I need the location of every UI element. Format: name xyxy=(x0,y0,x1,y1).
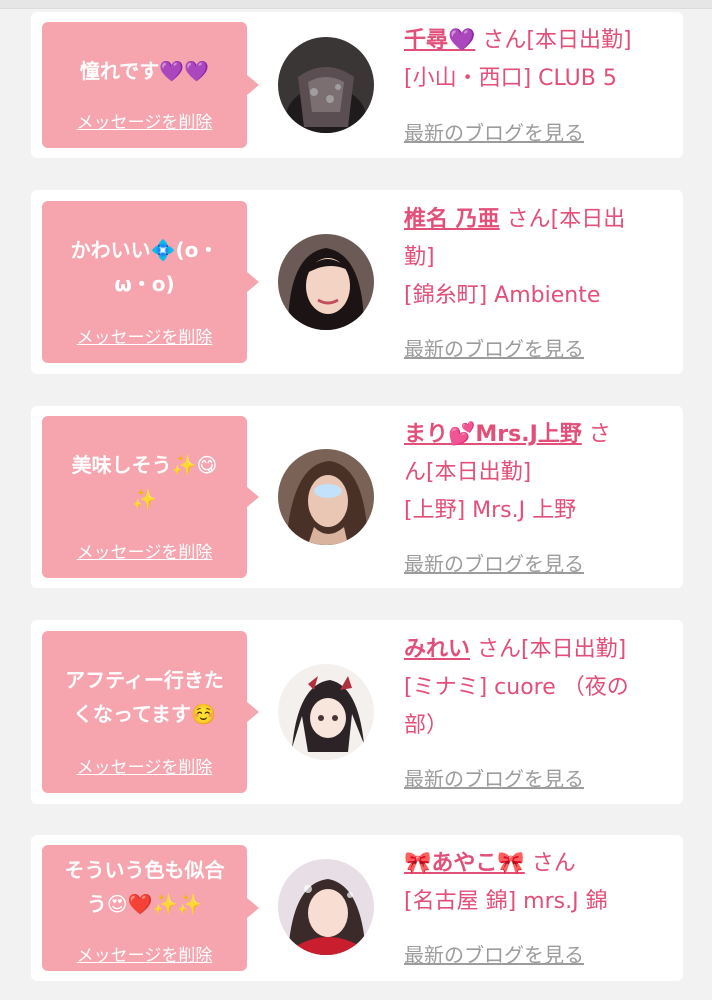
delete-message-link[interactable]: メッセージを削除 xyxy=(42,538,247,563)
message-card: アフティー行きた くなってます☺️ メッセージを削除 みれい さん[本日出勤] … xyxy=(31,620,683,804)
message-line: アフティー行きた xyxy=(65,668,224,692)
avatar[interactable] xyxy=(278,859,374,955)
message-bubble: そういう色も似合 う😍❤️✨✨ メッセージを削除 xyxy=(42,845,259,971)
message-line: かわいい💠(o・ xyxy=(70,238,219,262)
message-card: 憧れです💜💜 メッセージを削除 千尋💜 さん[本日出勤] [小山・西口] CLU… xyxy=(31,12,683,158)
shop-name: [錦糸町] Ambiente xyxy=(404,283,601,308)
avatar[interactable] xyxy=(278,234,374,330)
girl-name-link[interactable]: まり💕Mrs.J上野 xyxy=(404,422,582,447)
top-divider xyxy=(0,0,712,9)
message-text: アフティー行きた くなってます☺️ xyxy=(50,663,239,731)
message-text: かわいい💠(o・ ω・o) xyxy=(50,233,239,301)
girl-name-link[interactable]: みれい xyxy=(404,637,470,662)
avatar[interactable] xyxy=(278,664,374,760)
girl-info: 🎀あやこ🎀 さん [名古屋 錦] mrs.J 錦 xyxy=(404,845,674,921)
message-line: ✨ xyxy=(132,487,157,511)
girl-name-link[interactable]: 千尋💜 xyxy=(404,28,475,53)
girl-status: さん[本日出勤] xyxy=(477,637,627,662)
girl-info: 千尋💜 さん[本日出勤] [小山・西口] CLUB 5 xyxy=(404,22,674,98)
avatar-photo xyxy=(278,37,374,133)
girl-name-link[interactable]: 椎名 乃亜 xyxy=(404,207,500,232)
delete-message-link[interactable]: メッセージを削除 xyxy=(42,323,247,348)
girl-info: まり💕Mrs.J上野 さ ん[本日出勤] [上野] Mrs.J 上野 xyxy=(404,416,674,530)
avatar-photo xyxy=(278,859,374,955)
message-text: そういう色も似合 う😍❤️✨✨ xyxy=(50,853,239,921)
message-line: 美味しそう✨😋 xyxy=(71,453,218,477)
message-line: そういう色も似合 xyxy=(64,858,225,882)
shop-name-cont: 部） xyxy=(404,713,449,738)
message-bubble: かわいい💠(o・ ω・o) メッセージを削除 xyxy=(42,201,259,363)
girl-status-cont: 勤] xyxy=(404,245,435,270)
girl-status: さん[本日出勤] xyxy=(482,28,632,53)
avatar[interactable] xyxy=(278,449,374,545)
latest-blog-link[interactable]: 最新のブログを見る xyxy=(404,939,584,968)
girl-status: さん xyxy=(531,851,576,876)
message-text: 美味しそう✨😋 ✨ xyxy=(50,448,239,516)
message-card: 美味しそう✨😋 ✨ メッセージを削除 まり💕Mrs.J上野 さ ん[本日出勤] … xyxy=(31,406,683,588)
latest-blog-link[interactable]: 最新のブログを見る xyxy=(404,333,584,362)
avatar-photo xyxy=(278,449,374,545)
delete-message-link[interactable]: メッセージを削除 xyxy=(42,941,247,966)
message-card: かわいい💠(o・ ω・o) メッセージを削除 椎名 乃亜 さん[本日出 勤] [… xyxy=(31,190,683,374)
shop-name: [小山・西口] CLUB 5 xyxy=(404,66,617,91)
shop-name: [ミナミ] cuore （夜の xyxy=(404,675,629,700)
girl-status-cont: ん[本日出勤] xyxy=(404,460,532,485)
message-text: 憧れです💜💜 xyxy=(79,59,210,83)
message-bubble: アフティー行きた くなってます☺️ メッセージを削除 xyxy=(42,631,259,793)
girl-status: さ xyxy=(588,422,611,447)
girl-info: みれい さん[本日出勤] [ミナミ] cuore （夜の 部） xyxy=(404,631,674,745)
message-bubble: 美味しそう✨😋 ✨ メッセージを削除 xyxy=(42,416,259,578)
avatar-photo xyxy=(278,234,374,330)
girl-name-link[interactable]: 🎀あやこ🎀 xyxy=(404,851,525,876)
message-card: そういう色も似合 う😍❤️✨✨ メッセージを削除 🎀あやこ🎀 さん [名古屋 錦… xyxy=(31,835,683,981)
delete-message-link[interactable]: メッセージを削除 xyxy=(42,753,247,778)
message-line: くなってます☺️ xyxy=(73,702,216,726)
shop-name: [上野] Mrs.J 上野 xyxy=(404,498,577,523)
avatar-photo xyxy=(278,664,374,760)
latest-blog-link[interactable]: 最新のブログを見る xyxy=(404,548,584,577)
latest-blog-link[interactable]: 最新のブログを見る xyxy=(404,763,584,792)
avatar[interactable] xyxy=(278,37,374,133)
delete-message-link[interactable]: メッセージを削除 xyxy=(42,108,247,133)
latest-blog-link[interactable]: 最新のブログを見る xyxy=(404,117,584,146)
message-line: ω・o) xyxy=(114,272,175,296)
girl-info: 椎名 乃亜 さん[本日出 勤] [錦糸町] Ambiente xyxy=(404,201,674,315)
shop-name: [名古屋 錦] mrs.J 錦 xyxy=(404,889,608,914)
girl-status: さん[本日出 xyxy=(506,207,626,232)
message-line: う😍❤️✨✨ xyxy=(86,892,203,916)
message-bubble: 憧れです💜💜 メッセージを削除 xyxy=(42,22,259,148)
